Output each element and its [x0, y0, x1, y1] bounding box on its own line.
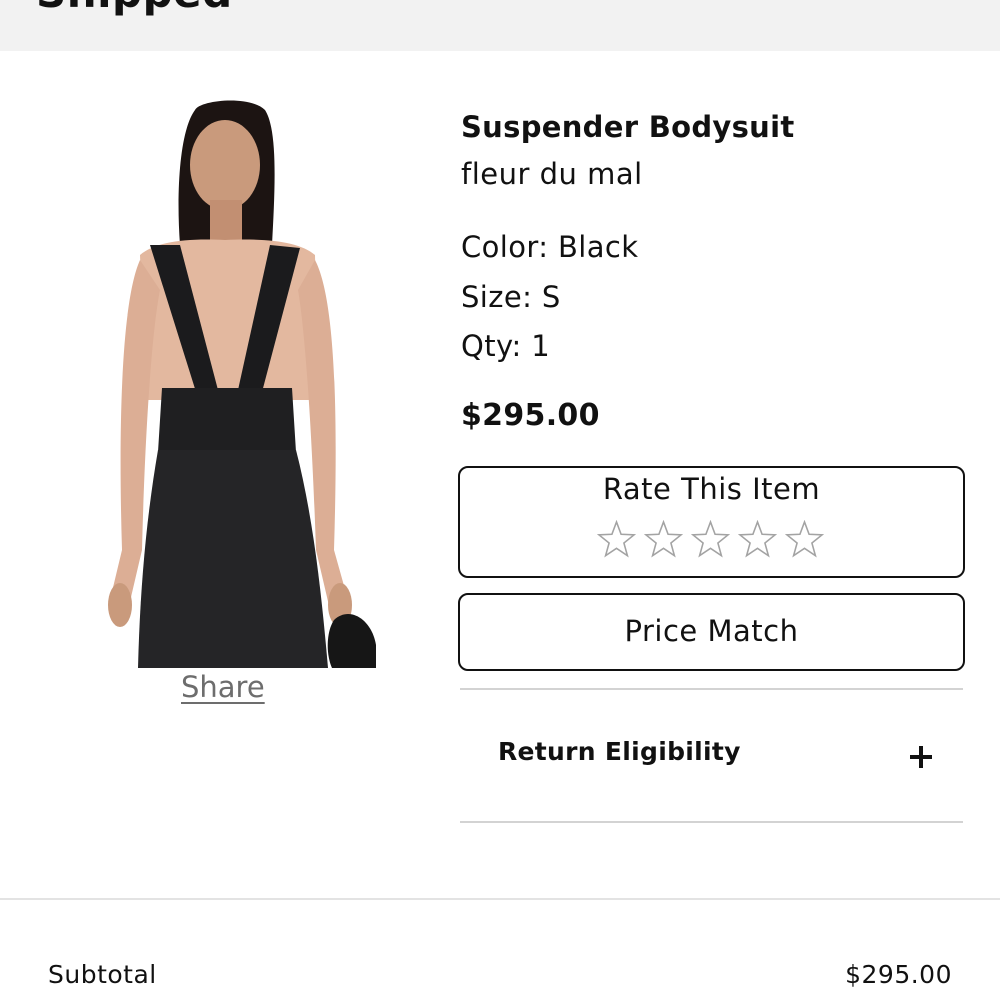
subtotal-label: Subtotal — [48, 960, 157, 989]
star-icon[interactable] — [597, 520, 636, 559]
star-icon[interactable] — [644, 520, 683, 559]
rate-item-panel: Rate This Item — [458, 466, 965, 578]
divider — [460, 821, 963, 823]
product-name[interactable]: Suspender Bodysuit — [461, 110, 795, 144]
star-rating[interactable] — [597, 520, 824, 559]
product-color: Color: Black — [461, 230, 639, 264]
price-match-label: Price Match — [624, 614, 799, 648]
order-status-header: Shipped — [0, 0, 1000, 51]
product-quantity: Qty: 1 — [461, 329, 551, 363]
price-match-button[interactable]: Price Match — [458, 593, 965, 671]
rate-item-title: Rate This Item — [602, 472, 821, 506]
star-icon[interactable] — [691, 520, 730, 559]
product-size: Size: S — [461, 280, 561, 314]
return-eligibility-label: Return Eligibility — [498, 737, 741, 766]
order-detail-page: Shipped S — [0, 0, 1000, 1000]
star-icon[interactable] — [785, 520, 824, 559]
product-image[interactable] — [100, 100, 380, 668]
star-icon[interactable] — [738, 520, 777, 559]
subtotal-value: $295.00 — [845, 960, 952, 989]
summary-divider — [0, 898, 1000, 900]
product-brand[interactable]: fleur du mal — [461, 157, 643, 191]
order-status-title: Shipped — [36, 0, 233, 17]
plus-icon[interactable] — [908, 744, 934, 770]
return-eligibility-toggle[interactable]: Return Eligibility — [460, 690, 963, 820]
share-link[interactable]: Share — [181, 670, 265, 704]
product-price: $295.00 — [461, 398, 600, 433]
